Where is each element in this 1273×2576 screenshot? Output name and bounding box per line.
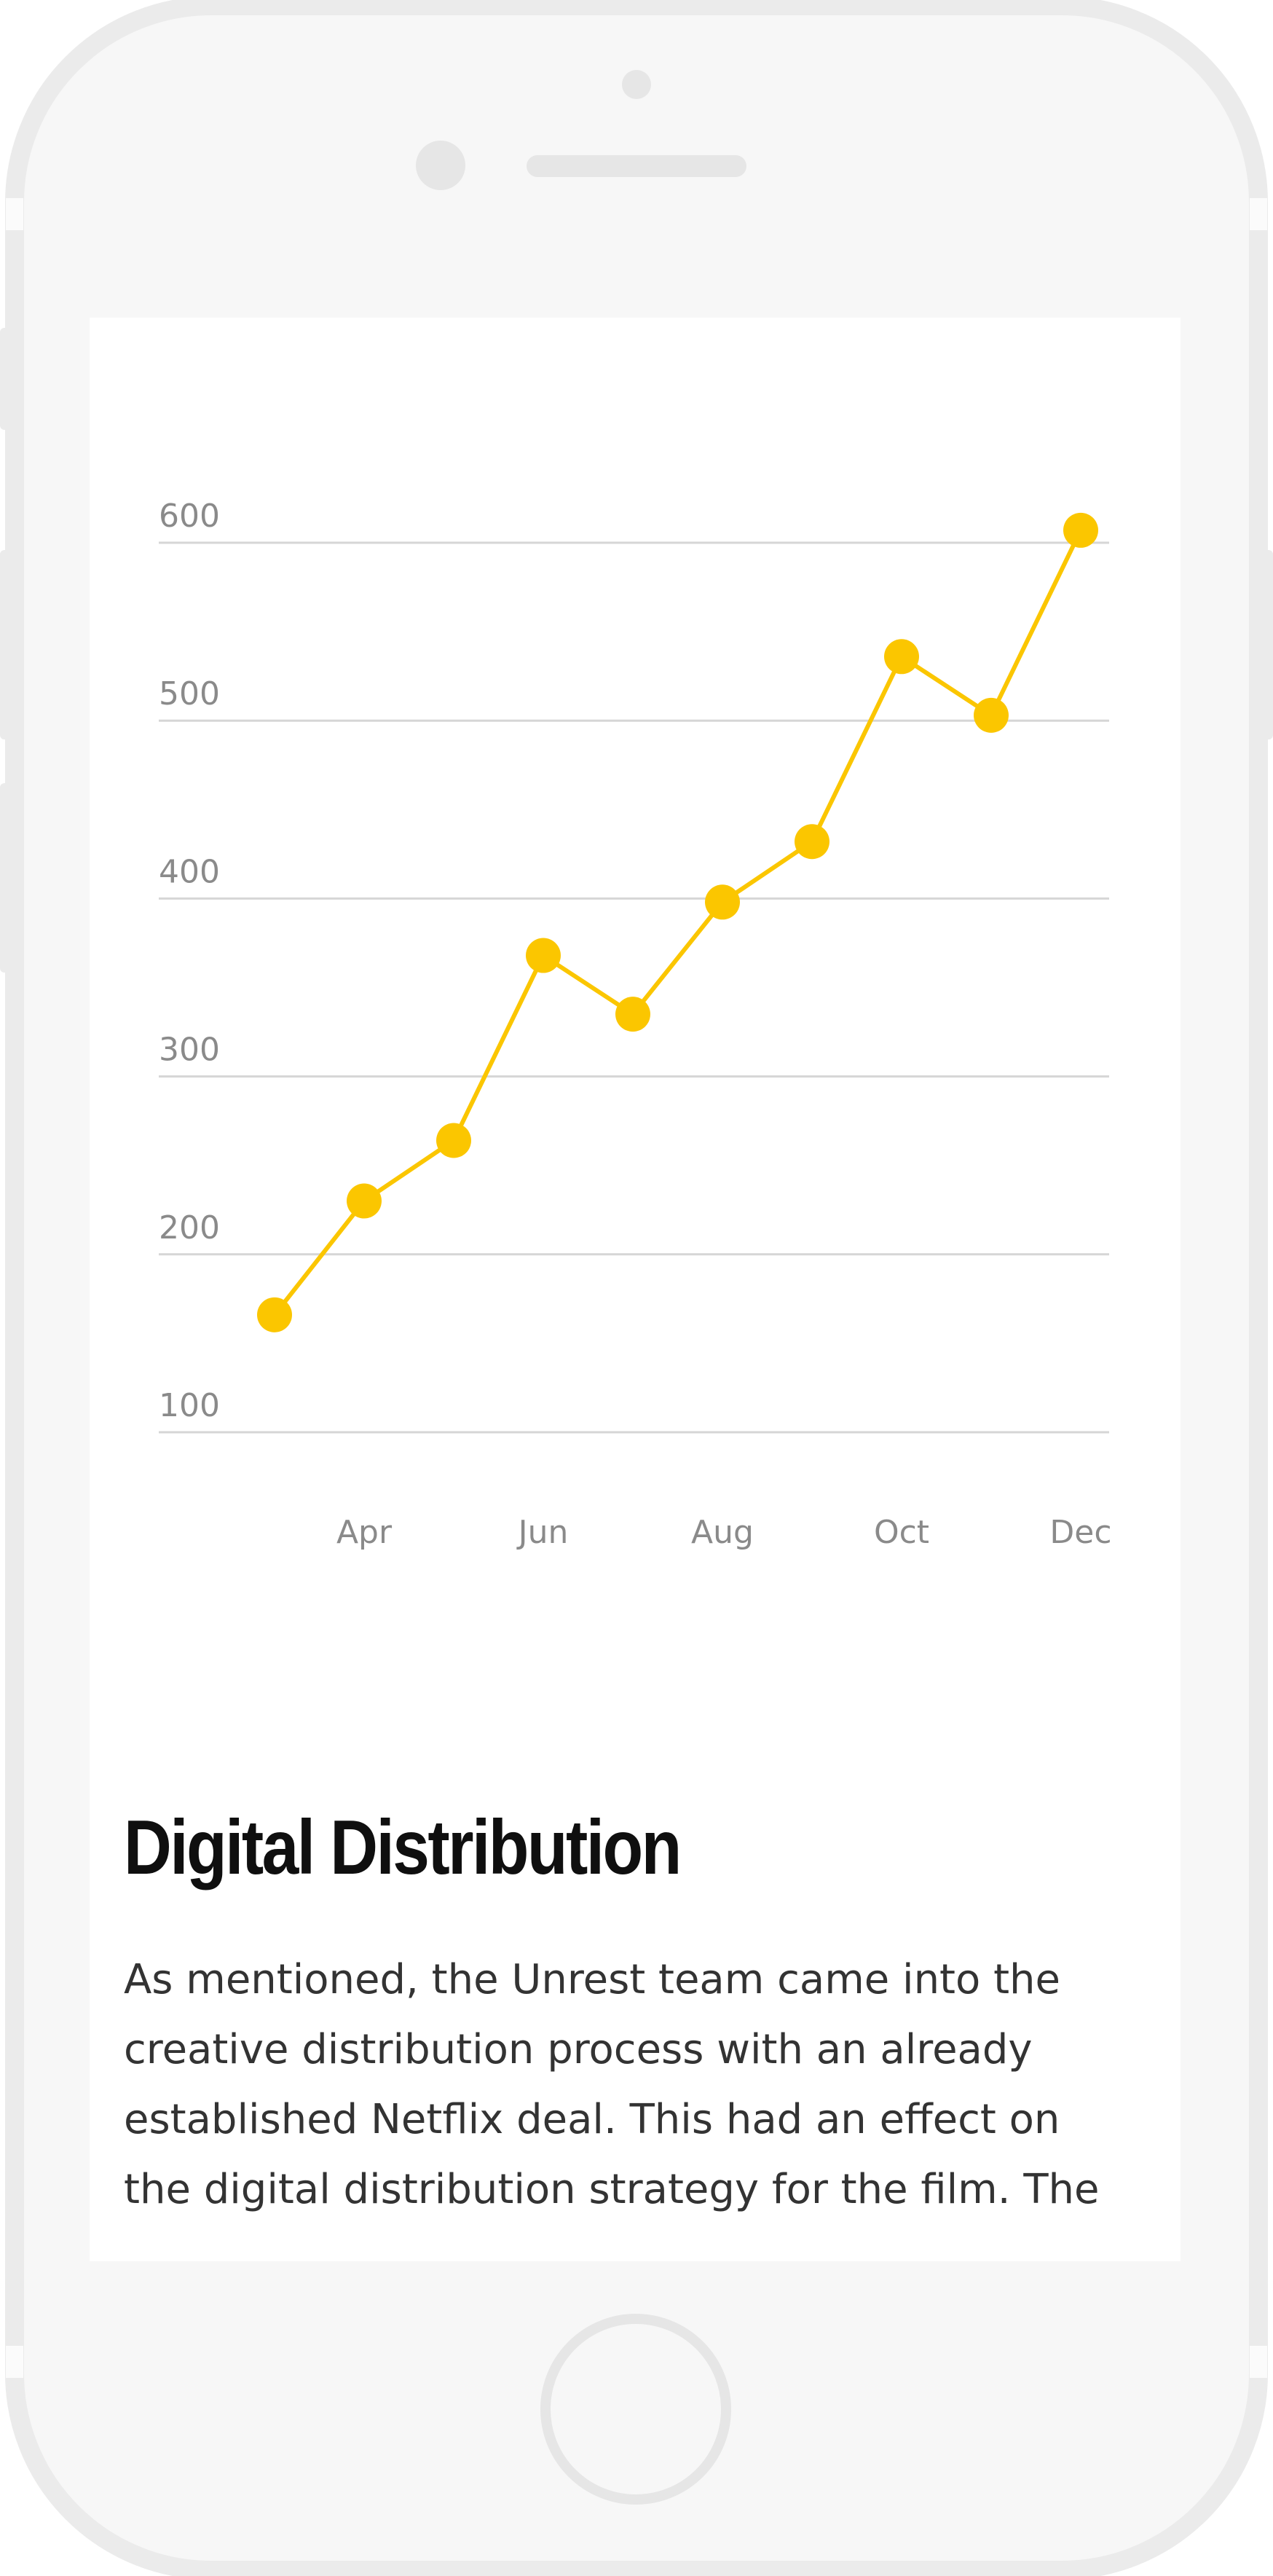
data-point	[884, 639, 919, 675]
data-point	[974, 697, 1009, 733]
x-tick-label: Apr	[336, 1514, 393, 1551]
y-tick-label: 300	[159, 1032, 220, 1069]
x-tick-label: Jun	[516, 1514, 569, 1551]
series-line	[272, 529, 1083, 1316]
y-tick-label: 200	[159, 1209, 220, 1246]
article-paragraph: As mentioned, the Unrest team came into …	[124, 1945, 1158, 2225]
paragraph-line: As mentioned, the Unrest team came into …	[124, 1956, 1060, 2003]
section-heading: Digital Distribution	[124, 1805, 682, 1890]
y-tick-label: 500	[159, 675, 220, 712]
paragraph-line: the digital distribution strategy for th…	[124, 2166, 1100, 2213]
earpiece-speaker-icon	[527, 155, 746, 177]
data-point	[705, 884, 740, 920]
paragraph-line: creative distribution process with an al…	[124, 2026, 1033, 2073]
data-point	[436, 1123, 471, 1158]
data-point	[347, 1183, 382, 1219]
paragraph-line: established Netflix deal. This had an ef…	[124, 2096, 1060, 2143]
antenna-band	[6, 198, 23, 230]
data-point	[526, 938, 561, 973]
y-tick-label: 600	[159, 498, 220, 535]
data-point	[1063, 512, 1098, 548]
data-point	[615, 997, 650, 1032]
proximity-sensor-icon	[622, 70, 651, 99]
x-tick-label: Dec	[1049, 1514, 1111, 1551]
antenna-band	[1250, 198, 1267, 230]
antenna-band	[1250, 2346, 1267, 2378]
device-mockup: 100 200 300 400 500 600 Apr Jun Aug Oct Dec Digita…	[0, 0, 1273, 2576]
x-tick-label: Aug	[691, 1514, 754, 1551]
y-tick-label: 100	[159, 1387, 220, 1424]
y-tick-label: 400	[159, 853, 220, 890]
data-point	[795, 824, 829, 860]
x-tick-label: Oct	[874, 1514, 929, 1551]
front-camera-icon	[416, 141, 465, 190]
data-point	[257, 1297, 292, 1332]
antenna-band	[6, 2346, 23, 2378]
screen: 100 200 300 400 500 600 Apr Jun Aug Oct Dec Digita…	[90, 318, 1181, 2261]
